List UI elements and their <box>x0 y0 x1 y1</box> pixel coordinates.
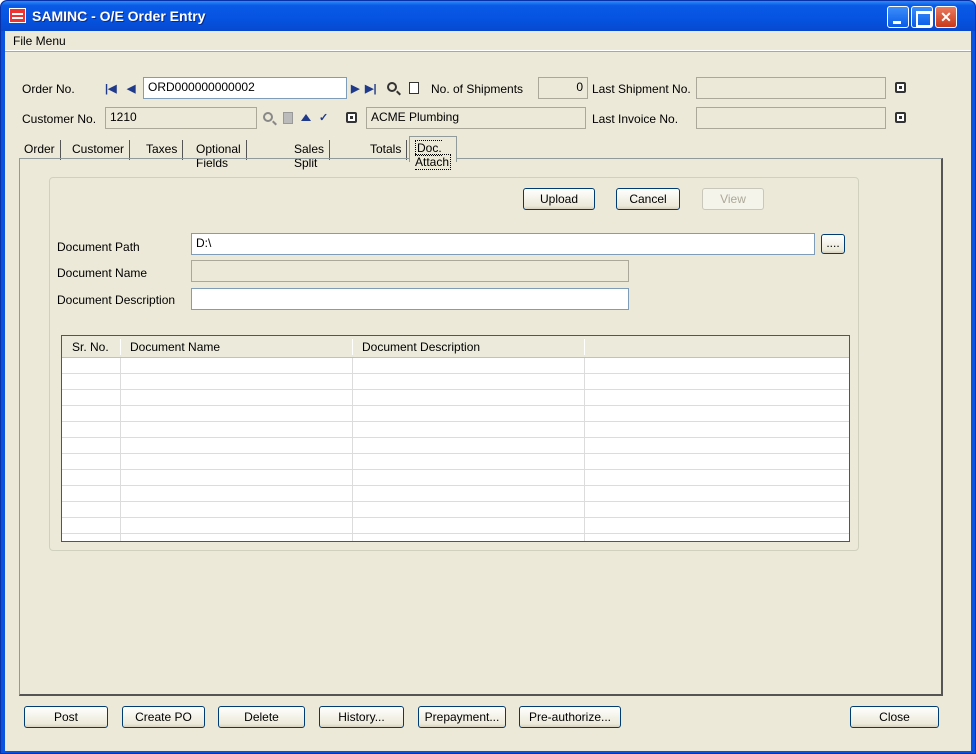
client-area: File Menu Order No. |◀ ◀ ORD000000000002… <box>5 31 971 751</box>
menu-bar: File Menu <box>5 31 971 51</box>
close-window-button[interactable]: ✕ <box>935 6 957 28</box>
previous-record-icon[interactable]: ◀ <box>127 82 135 95</box>
close-button[interactable]: Close <box>850 706 939 728</box>
tab-taxes[interactable]: Taxes <box>141 140 184 160</box>
finder-icon[interactable] <box>387 82 397 92</box>
preauthorize-button[interactable]: Pre-authorize... <box>519 706 621 728</box>
last-shipment-field <box>696 77 886 99</box>
order-no-input[interactable]: ORD000000000002 <box>143 77 347 99</box>
tab-optional-fields[interactable]: Optional Fields <box>191 140 247 170</box>
window-title: SAMINC - O/E Order Entry <box>32 8 206 24</box>
document-name-field <box>191 260 629 282</box>
customer-up-icon[interactable] <box>301 114 311 121</box>
table-row[interactable] <box>62 470 849 486</box>
document-description-label: Document Description <box>57 293 176 307</box>
no-of-shipments-label: No. of Shipments <box>431 82 524 96</box>
file-menu[interactable]: File Menu <box>13 34 66 48</box>
delete-button[interactable]: Delete <box>218 706 305 728</box>
table-row[interactable] <box>62 374 849 390</box>
browse-button[interactable]: .... <box>821 234 845 254</box>
documents-grid[interactable]: Sr. No. Document Name Document Descripti… <box>61 335 850 542</box>
customer-check-icon[interactable]: ✓ <box>319 111 328 124</box>
table-row[interactable] <box>62 358 849 374</box>
table-row[interactable] <box>62 438 849 454</box>
last-record-icon[interactable]: ▶| <box>365 82 377 95</box>
minimize-button[interactable] <box>887 6 909 28</box>
post-button[interactable]: Post <box>24 706 108 728</box>
maximize-button[interactable] <box>911 6 933 28</box>
customer-new-icon[interactable] <box>283 112 293 124</box>
first-record-icon[interactable]: |◀ <box>105 82 117 95</box>
order-entry-window: SAMINC - O/E Order Entry ✕ File Menu Ord… <box>0 0 976 754</box>
customer-drilldown-icon[interactable] <box>346 112 357 123</box>
document-description-input[interactable] <box>191 288 629 310</box>
create-po-button[interactable]: Create PO <box>122 706 205 728</box>
table-row[interactable] <box>62 422 849 438</box>
table-row[interactable] <box>62 390 849 406</box>
history-button[interactable]: History... <box>319 706 404 728</box>
grid-header: Sr. No. Document Name Document Descripti… <box>62 336 849 358</box>
table-row[interactable] <box>62 406 849 422</box>
view-button[interactable]: View <box>702 188 764 210</box>
customer-finder-icon[interactable] <box>263 112 273 122</box>
document-name-label: Document Name <box>57 266 148 280</box>
tab-totals[interactable]: Totals <box>365 140 408 160</box>
upload-button[interactable]: Upload <box>523 188 595 210</box>
order-no-label: Order No. <box>22 82 75 96</box>
last-shipment-drilldown-icon[interactable] <box>895 82 906 93</box>
table-row[interactable] <box>62 486 849 502</box>
new-document-icon[interactable] <box>409 82 419 94</box>
table-row[interactable] <box>62 502 849 518</box>
document-path-label: Document Path <box>57 240 140 254</box>
tab-doc-attach[interactable]: Doc. Attach <box>409 136 458 170</box>
tab-customer[interactable]: Customer <box>67 140 131 160</box>
prepayment-button[interactable]: Prepayment... <box>418 706 506 728</box>
customer-name-field: ACME Plumbing <box>366 107 586 129</box>
document-path-input[interactable]: D:\ <box>191 233 815 255</box>
no-of-shipments-field: 0 <box>538 77 588 99</box>
customer-no-label: Customer No. <box>22 112 97 126</box>
tab-order[interactable]: Order <box>19 140 61 160</box>
table-row[interactable] <box>62 454 849 470</box>
next-record-icon[interactable]: ▶ <box>351 82 359 95</box>
grid-header-document-name[interactable]: Document Name <box>130 340 220 354</box>
app-icon <box>9 8 26 23</box>
customer-no-field: 1210 <box>105 107 257 129</box>
last-invoice-drilldown-icon[interactable] <box>895 112 906 123</box>
cancel-button[interactable]: Cancel <box>616 188 680 210</box>
grid-header-document-description[interactable]: Document Description <box>362 340 480 354</box>
title-bar[interactable]: SAMINC - O/E Order Entry ✕ <box>1 1 975 31</box>
last-invoice-label: Last Invoice No. <box>592 112 679 126</box>
tab-sales-split[interactable]: Sales Split <box>289 140 331 170</box>
table-row[interactable] <box>62 518 849 534</box>
last-invoice-field <box>696 107 886 129</box>
last-shipment-label: Last Shipment No. <box>592 82 691 96</box>
grid-header-sr-no[interactable]: Sr. No. <box>72 340 109 354</box>
